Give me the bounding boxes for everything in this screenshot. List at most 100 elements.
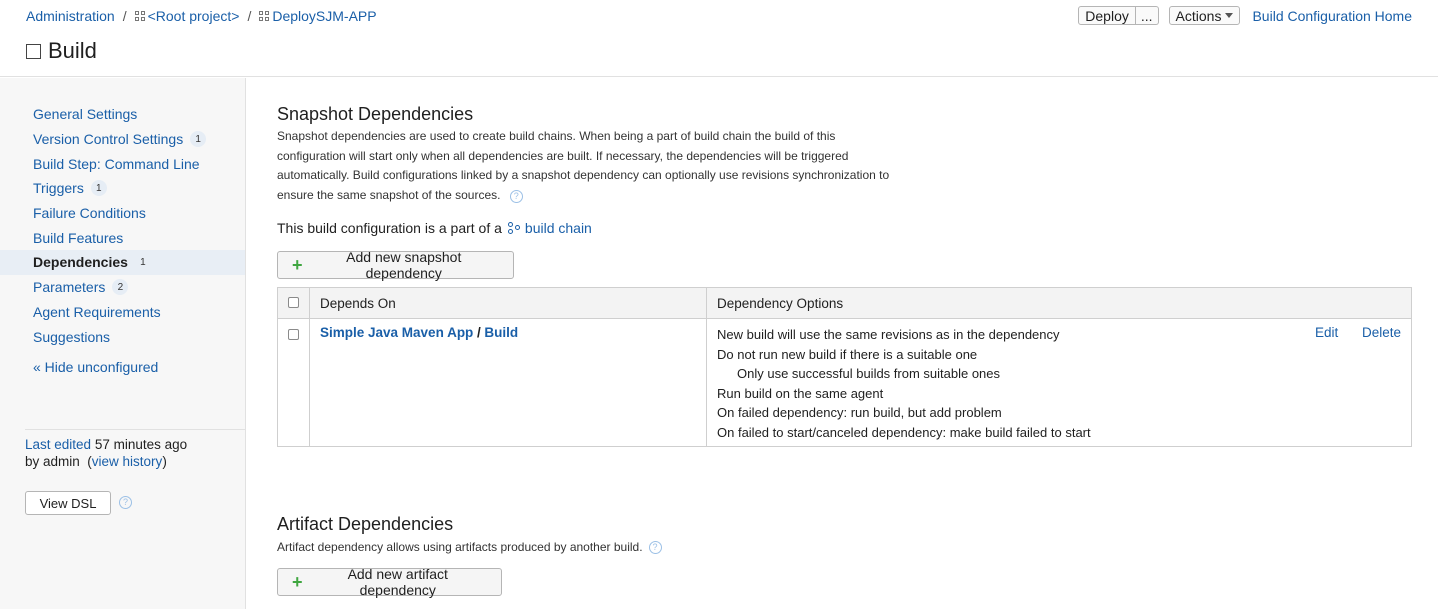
breadcrumb-administration[interactable]: Administration [26, 8, 115, 24]
add-artifact-dependency-button[interactable]: + Add new artifact dependency [277, 566, 502, 598]
deploy-more-button[interactable]: ... [1135, 6, 1159, 25]
build-chain-info: This build configuration is a part of a … [277, 220, 592, 236]
count-badge: 1 [90, 180, 107, 197]
snapshot-description-line: Snapshot dependencies are used to create… [277, 129, 836, 143]
last-edited-link[interactable]: Last edited [25, 437, 91, 452]
sidebar-item-label: Dependencies [33, 254, 128, 271]
artifact-dependencies-title: Artifact Dependencies [277, 514, 454, 534]
breadcrumb-project[interactable]: DeploySJM-APP [259, 8, 377, 24]
add-snapshot-label: Add new snapshot dependency [346, 249, 462, 281]
dependency-options-list: New build will use the same revisions as… [717, 325, 1401, 442]
snapshot-dependencies-table: Depends On Dependency Options Simple Jav… [277, 287, 1412, 447]
build-config-icon [26, 43, 41, 59]
count-badge: 1 [140, 256, 146, 268]
sidebar-item-build-features[interactable]: Build Features [0, 225, 245, 250]
chevron-down-icon [1225, 13, 1234, 18]
sidebar-item-build-step[interactable]: Build Step: Command Line [0, 151, 245, 176]
sidebar-item-label: Build Step: Command Line [33, 155, 200, 172]
help-icon[interactable]: ? [648, 541, 662, 555]
dependency-option: On failed dependency: run build, but add… [717, 405, 1002, 420]
select-all-checkbox[interactable] [288, 296, 299, 308]
sidebar-item-label: Version Control Settings [33, 131, 184, 148]
last-edited-info: Last edited 57 minutes ago by admin (vie… [25, 437, 188, 469]
deploy-button-group: Deploy ... [1078, 6, 1159, 25]
sidebar-item-parameters[interactable]: Parameters 2 [0, 275, 245, 300]
deploy-button[interactable]: Deploy [1078, 6, 1136, 25]
edited-by: by admin [25, 454, 80, 469]
sidebar-item-label: Suggestions [33, 328, 111, 345]
help-icon[interactable]: ? [119, 496, 132, 509]
help-icon[interactable]: ? [509, 189, 523, 203]
breadcrumb-separator: / [122, 8, 127, 24]
view-history-link[interactable]: view history [92, 454, 163, 469]
table-row: Simple Java Maven App / Build Edit Delet… [277, 318, 1412, 447]
last-edited-time: 57 minutes ago [94, 437, 188, 452]
row-actions: Edit Delete [1315, 325, 1401, 340]
top-actions: Deploy ... Actions Build Configuration H… [1078, 6, 1412, 25]
dependency-option: Do not run new build if there is a suita… [717, 346, 978, 362]
snapshot-description-line: automatically. Build configurations link… [277, 168, 890, 182]
depends-on-header: Depends On [309, 287, 707, 319]
sidebar-item-general-settings[interactable]: General Settings [0, 102, 245, 127]
count-badge: 1 [190, 131, 207, 148]
dependency-options-header: Dependency Options [706, 287, 1412, 319]
snapshot-description-line: configuration will start only when all d… [277, 148, 849, 163]
depends-on-cell: Simple Java Maven App / Build [309, 318, 707, 447]
sidebar-item-version-control[interactable]: Version Control Settings 1 [0, 127, 245, 152]
project-icon [259, 11, 270, 21]
dependency-slash: / [476, 325, 481, 340]
plus-icon: + [292, 572, 303, 592]
breadcrumb-root-label[interactable]: <Root project> [148, 8, 240, 24]
add-snapshot-dependency-button[interactable]: + Add new snapshot dependency [277, 249, 514, 281]
sidebar-item-triggers[interactable]: Triggers 1 [0, 176, 245, 201]
snapshot-dependencies-title: Snapshot Dependencies [277, 104, 474, 124]
sidebar: General Settings Version Control Setting… [0, 78, 246, 609]
sidebar-item-agent-requirements[interactable]: Agent Requirements [0, 300, 245, 325]
actions-label: Actions [1175, 7, 1222, 24]
row-checkbox[interactable] [288, 329, 299, 340]
row-select-cell [277, 318, 310, 447]
page-header: Administration / <Root project> / Deploy… [0, 0, 1438, 77]
view-dsl-button[interactable]: View DSL [25, 491, 111, 515]
dependency-options-cell: Edit Delete New build will use the same … [706, 318, 1412, 447]
dependency-option: Run build on the same agent [717, 385, 884, 401]
breadcrumb-project-label[interactable]: DeploySJM-APP [272, 8, 376, 24]
sidebar-nav: General Settings Version Control Setting… [0, 102, 245, 349]
sidebar-item-label: Agent Requirements [33, 303, 161, 320]
dependency-option: Only use successful builds from suitable… [737, 366, 1001, 381]
add-artifact-label: Add new artifact dependency [347, 566, 448, 598]
dependency-build-link[interactable]: Build [484, 325, 518, 340]
snapshot-description-text: ensure the same snapshot of the sources. [277, 187, 501, 202]
build-chain-icon [507, 221, 521, 235]
build-config-home-link[interactable]: Build Configuration Home [1252, 8, 1412, 24]
edit-link[interactable]: Edit [1315, 325, 1338, 340]
snapshot-description: Snapshot dependencies are used to create… [277, 127, 937, 205]
table-header-row: Depends On Dependency Options [277, 287, 1412, 319]
delete-link[interactable]: Delete [1362, 325, 1401, 340]
actions-dropdown[interactable]: Actions [1168, 6, 1241, 25]
select-all-header [277, 287, 310, 319]
dependency-option: New build will use the same revisions as… [717, 327, 1060, 342]
snapshot-description-line-last: ensure the same snapshot of the sources.… [277, 186, 937, 206]
sidebar-item-failure-conditions[interactable]: Failure Conditions [0, 201, 245, 226]
build-chain-link[interactable]: build chain [525, 220, 592, 236]
plus-icon: + [292, 255, 303, 275]
sidebar-item-suggestions[interactable]: Suggestions [0, 324, 245, 349]
page-title: Build [26, 38, 97, 64]
project-icon [134, 11, 145, 21]
breadcrumb-separator: / [247, 8, 252, 24]
hide-unconfigured-link[interactable]: « Hide unconfigured [33, 359, 158, 375]
sidebar-item-label: Parameters [33, 279, 106, 296]
breadcrumb: Administration / <Root project> / Deploy… [26, 8, 377, 24]
dependency-option: On failed to start/canceled dependency: … [717, 424, 1091, 440]
dependency-project-link[interactable]: Simple Java Maven App [320, 325, 473, 340]
sidebar-divider [25, 429, 245, 430]
artifact-description-text: Artifact dependency allows using artifac… [277, 540, 643, 554]
sidebar-item-dependencies[interactable]: Dependencies 1 [0, 250, 245, 275]
sidebar-item-label: Triggers [33, 180, 84, 197]
build-chain-text: This build configuration is a part of a [277, 220, 502, 236]
sidebar-item-label: Build Features [33, 229, 124, 246]
count-badge: 2 [112, 279, 129, 296]
artifact-description: Artifact dependency allows using artifac… [277, 538, 662, 558]
breadcrumb-root-project[interactable]: <Root project> [134, 8, 240, 24]
